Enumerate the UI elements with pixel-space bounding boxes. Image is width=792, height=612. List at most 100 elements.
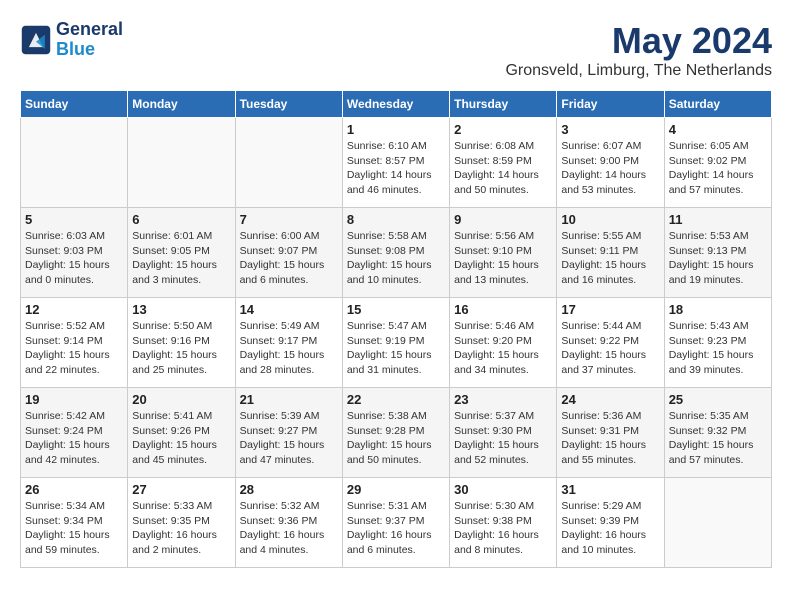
month-title: May 2024 [505, 20, 772, 62]
day-number: 29 [347, 482, 445, 497]
day-number: 17 [561, 302, 659, 317]
week-row-2: 5 Sunrise: 6:03 AM Sunset: 9:03 PM Daylig… [21, 208, 772, 298]
day-number: 24 [561, 392, 659, 407]
calendar-cell: 17 Sunrise: 5:44 AM Sunset: 9:22 PM Dayli… [557, 298, 664, 388]
day-info: Sunrise: 5:34 AM Sunset: 9:34 PM Dayligh… [25, 499, 123, 558]
calendar-cell: 9 Sunrise: 5:56 AM Sunset: 9:10 PM Daylig… [450, 208, 557, 298]
day-info: Sunrise: 5:46 AM Sunset: 9:20 PM Dayligh… [454, 319, 552, 378]
calendar-cell: 1 Sunrise: 6:10 AM Sunset: 8:57 PM Daylig… [342, 118, 449, 208]
day-number: 5 [25, 212, 123, 227]
weekday-header-tuesday: Tuesday [235, 91, 342, 118]
calendar-cell: 23 Sunrise: 5:37 AM Sunset: 9:30 PM Dayli… [450, 388, 557, 478]
calendar-cell: 19Sunrise: 5:42 AM Sunset: 9:24 PM Dayli… [21, 388, 128, 478]
day-number: 13 [132, 302, 230, 317]
weekday-header-wednesday: Wednesday [342, 91, 449, 118]
day-info: Sunrise: 5:44 AM Sunset: 9:22 PM Dayligh… [561, 319, 659, 378]
day-number: 31 [561, 482, 659, 497]
day-info: Sunrise: 5:58 AM Sunset: 9:08 PM Dayligh… [347, 229, 445, 288]
calendar-cell [235, 118, 342, 208]
day-number: 10 [561, 212, 659, 227]
day-number: 23 [454, 392, 552, 407]
calendar-cell: 24Sunrise: 5:36 AM Sunset: 9:31 PM Dayli… [557, 388, 664, 478]
day-info: Sunrise: 6:01 AM Sunset: 9:05 PM Dayligh… [132, 229, 230, 288]
calendar-cell: 21 Sunrise: 5:39 AM Sunset: 9:27 PM Dayli… [235, 388, 342, 478]
day-number: 27 [132, 482, 230, 497]
week-row-4: 19Sunrise: 5:42 AM Sunset: 9:24 PM Dayli… [21, 388, 772, 478]
logo-text-line2: Blue [56, 40, 123, 60]
calendar-cell: 4 Sunrise: 6:05 AM Sunset: 9:02 PM Daylig… [664, 118, 771, 208]
weekday-header-saturday: Saturday [664, 91, 771, 118]
day-info: Sunrise: 5:30 AM Sunset: 9:38 PM Dayligh… [454, 499, 552, 558]
day-info: Sunrise: 5:31 AM Sunset: 9:37 PM Dayligh… [347, 499, 445, 558]
day-number: 11 [669, 212, 767, 227]
day-info: Sunrise: 5:33 AM Sunset: 9:35 PM Dayligh… [132, 499, 230, 558]
calendar-cell [21, 118, 128, 208]
weekday-header-monday: Monday [128, 91, 235, 118]
calendar-cell: 8 Sunrise: 5:58 AM Sunset: 9:08 PM Daylig… [342, 208, 449, 298]
calendar-cell: 20 Sunrise: 5:41 AM Sunset: 9:26 PM Dayli… [128, 388, 235, 478]
calendar-cell: 2 Sunrise: 6:08 AM Sunset: 8:59 PM Daylig… [450, 118, 557, 208]
logo: General Blue [20, 20, 123, 60]
day-info: Sunrise: 6:08 AM Sunset: 8:59 PM Dayligh… [454, 139, 552, 198]
calendar-cell [664, 478, 771, 568]
week-row-5: 26 Sunrise: 5:34 AM Sunset: 9:34 PM Dayli… [21, 478, 772, 568]
day-info: Sunrise: 5:56 AM Sunset: 9:10 PM Dayligh… [454, 229, 552, 288]
calendar-cell: 11Sunrise: 5:53 AM Sunset: 9:13 PM Dayli… [664, 208, 771, 298]
location-title: Gronsveld, Limburg, The Netherlands [505, 62, 772, 80]
week-row-3: 12Sunrise: 5:52 AM Sunset: 9:14 PM Dayli… [21, 298, 772, 388]
day-number: 16 [454, 302, 552, 317]
day-info: Sunrise: 6:00 AM Sunset: 9:07 PM Dayligh… [240, 229, 338, 288]
day-number: 18 [669, 302, 767, 317]
calendar-cell: 22Sunrise: 5:38 AM Sunset: 9:28 PM Dayli… [342, 388, 449, 478]
title-block: May 2024 Gronsveld, Limburg, The Netherl… [505, 20, 772, 80]
day-info: Sunrise: 5:29 AM Sunset: 9:39 PM Dayligh… [561, 499, 659, 558]
day-number: 30 [454, 482, 552, 497]
calendar-cell: 10 Sunrise: 5:55 AM Sunset: 9:11 PM Dayli… [557, 208, 664, 298]
day-number: 21 [240, 392, 338, 407]
calendar-cell: 12Sunrise: 5:52 AM Sunset: 9:14 PM Dayli… [21, 298, 128, 388]
day-info: Sunrise: 5:32 AM Sunset: 9:36 PM Dayligh… [240, 499, 338, 558]
day-info: Sunrise: 6:10 AM Sunset: 8:57 PM Dayligh… [347, 139, 445, 198]
day-number: 4 [669, 122, 767, 137]
calendar-cell: 16 Sunrise: 5:46 AM Sunset: 9:20 PM Dayli… [450, 298, 557, 388]
calendar-cell: 5 Sunrise: 6:03 AM Sunset: 9:03 PM Daylig… [21, 208, 128, 298]
day-number: 2 [454, 122, 552, 137]
day-number: 6 [132, 212, 230, 227]
day-info: Sunrise: 5:37 AM Sunset: 9:30 PM Dayligh… [454, 409, 552, 468]
page-header: General Blue May 2024 Gronsveld, Limburg… [20, 20, 772, 80]
calendar-cell: 31 Sunrise: 5:29 AM Sunset: 9:39 PM Dayli… [557, 478, 664, 568]
calendar-cell: 30 Sunrise: 5:30 AM Sunset: 9:38 PM Dayli… [450, 478, 557, 568]
day-number: 15 [347, 302, 445, 317]
day-info: Sunrise: 5:52 AM Sunset: 9:14 PM Dayligh… [25, 319, 123, 378]
day-info: Sunrise: 5:55 AM Sunset: 9:11 PM Dayligh… [561, 229, 659, 288]
calendar-cell: 3Sunrise: 6:07 AM Sunset: 9:00 PM Daylig… [557, 118, 664, 208]
day-info: Sunrise: 5:35 AM Sunset: 9:32 PM Dayligh… [669, 409, 767, 468]
day-info: Sunrise: 5:47 AM Sunset: 9:19 PM Dayligh… [347, 319, 445, 378]
weekday-header-thursday: Thursday [450, 91, 557, 118]
calendar-cell: 28 Sunrise: 5:32 AM Sunset: 9:36 PM Dayli… [235, 478, 342, 568]
calendar-cell: 25 Sunrise: 5:35 AM Sunset: 9:32 PM Dayli… [664, 388, 771, 478]
day-info: Sunrise: 5:39 AM Sunset: 9:27 PM Dayligh… [240, 409, 338, 468]
day-info: Sunrise: 5:43 AM Sunset: 9:23 PM Dayligh… [669, 319, 767, 378]
day-info: Sunrise: 5:41 AM Sunset: 9:26 PM Dayligh… [132, 409, 230, 468]
calendar-cell: 29 Sunrise: 5:31 AM Sunset: 9:37 PM Dayli… [342, 478, 449, 568]
day-info: Sunrise: 5:38 AM Sunset: 9:28 PM Dayligh… [347, 409, 445, 468]
day-number: 8 [347, 212, 445, 227]
day-info: Sunrise: 5:42 AM Sunset: 9:24 PM Dayligh… [25, 409, 123, 468]
day-number: 28 [240, 482, 338, 497]
calendar-cell [128, 118, 235, 208]
calendar-cell: 14Sunrise: 5:49 AM Sunset: 9:17 PM Dayli… [235, 298, 342, 388]
day-info: Sunrise: 6:05 AM Sunset: 9:02 PM Dayligh… [669, 139, 767, 198]
calendar-cell: 6 Sunrise: 6:01 AM Sunset: 9:05 PM Daylig… [128, 208, 235, 298]
weekday-header-row: SundayMondayTuesdayWednesdayThursdayFrid… [21, 91, 772, 118]
day-info: Sunrise: 6:03 AM Sunset: 9:03 PM Dayligh… [25, 229, 123, 288]
calendar-cell: 15 Sunrise: 5:47 AM Sunset: 9:19 PM Dayli… [342, 298, 449, 388]
day-number: 26 [25, 482, 123, 497]
day-number: 25 [669, 392, 767, 407]
calendar-cell: 18 Sunrise: 5:43 AM Sunset: 9:23 PM Dayli… [664, 298, 771, 388]
calendar-cell: 13 Sunrise: 5:50 AM Sunset: 9:16 PM Dayli… [128, 298, 235, 388]
day-number: 9 [454, 212, 552, 227]
day-number: 20 [132, 392, 230, 407]
day-info: Sunrise: 5:50 AM Sunset: 9:16 PM Dayligh… [132, 319, 230, 378]
day-number: 1 [347, 122, 445, 137]
